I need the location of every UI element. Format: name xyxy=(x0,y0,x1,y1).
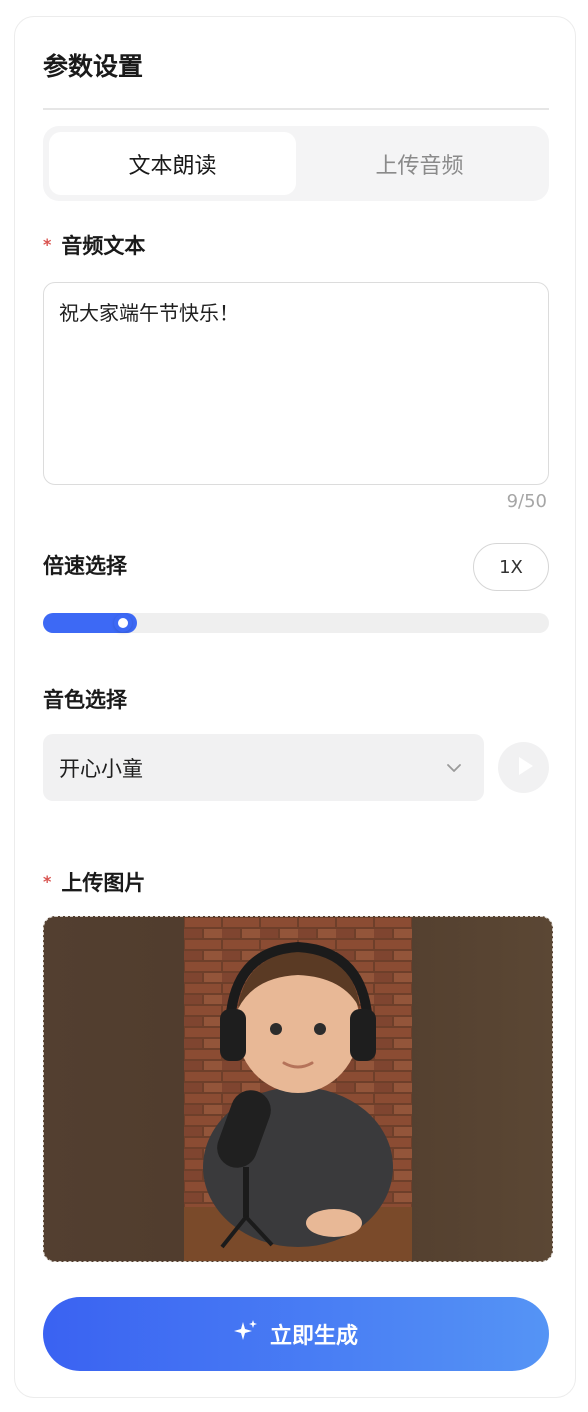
speed-label: 倍速选择 xyxy=(43,554,127,578)
audio-text-input[interactable]: 祝大家端午节快乐！ xyxy=(43,282,549,485)
required-mark: * xyxy=(43,872,52,891)
image-upload-area[interactable] xyxy=(43,916,553,1262)
sparkle-icon xyxy=(233,1319,258,1349)
tab-upload-audio[interactable]: 上传音频 xyxy=(296,132,543,195)
char-counter: 9/50 xyxy=(506,491,547,512)
generate-button[interactable]: 立即生成 xyxy=(43,1297,549,1371)
speed-value-button[interactable]: 1X xyxy=(473,543,549,591)
chevron-down-icon xyxy=(440,754,468,782)
settings-panel: 参数设置 文本朗读 上传音频 * 音频文本 祝大家端午节快乐！ 9/50 倍速选择… xyxy=(14,16,576,1398)
play-icon xyxy=(511,753,537,783)
uploaded-photo xyxy=(184,917,412,1261)
voice-selected-value: 开心小童 xyxy=(59,756,143,781)
audio-text-label-text: 音频文本 xyxy=(61,234,146,258)
generate-button-label: 立即生成 xyxy=(269,1324,358,1349)
mode-tabs: 文本朗读 上传音频 xyxy=(43,126,549,201)
image-upload-label: * 上传图片 xyxy=(43,867,145,897)
divider xyxy=(43,108,549,110)
audio-text-label: * 音频文本 xyxy=(43,230,145,260)
tab-text-reading[interactable]: 文本朗读 xyxy=(49,132,296,195)
speed-slider[interactable] xyxy=(43,613,549,633)
required-mark: * xyxy=(43,235,52,254)
panel-title: 参数设置 xyxy=(43,52,144,81)
voice-preview-play-button[interactable] xyxy=(498,742,549,793)
image-upload-label-text: 上传图片 xyxy=(61,871,146,895)
voice-label: 音色选择 xyxy=(43,688,127,712)
speed-slider-thumb[interactable] xyxy=(114,614,132,632)
voice-select[interactable]: 开心小童 xyxy=(43,734,484,801)
